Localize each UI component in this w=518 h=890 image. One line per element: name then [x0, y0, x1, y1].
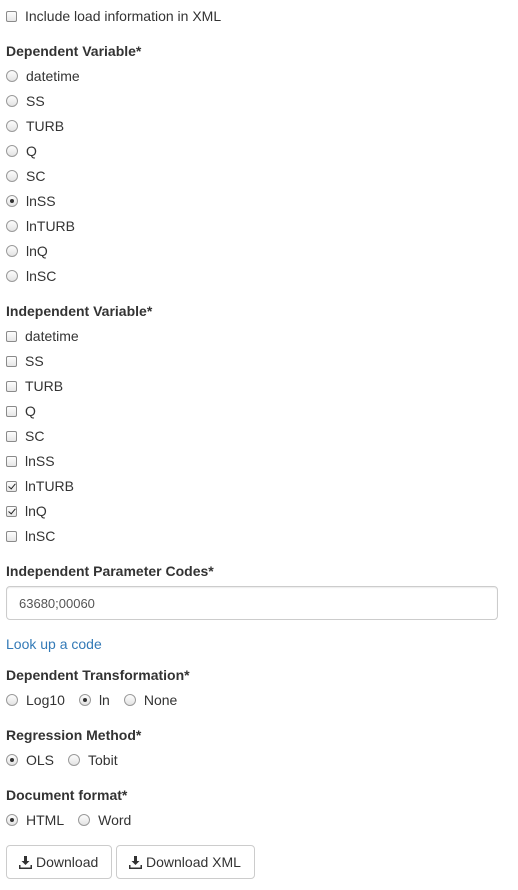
dependent-lnsc-radio[interactable]: [6, 270, 18, 282]
load-info-checkbox[interactable]: [6, 10, 17, 22]
download-xml-label: Download XML: [146, 854, 241, 870]
independent-ss-checkbox[interactable]: [6, 355, 17, 367]
independent-turb-checkbox[interactable]: [6, 380, 17, 392]
format-html-radio[interactable]: [6, 814, 18, 826]
dependent-datetime-radio[interactable]: [6, 70, 18, 82]
independent-sc-checkbox[interactable]: [6, 430, 17, 442]
independent-lnsc-label: lnSC: [25, 528, 56, 544]
regression-option-tobit[interactable]: Tobit: [68, 752, 118, 768]
format-word-radio[interactable]: [78, 814, 91, 826]
transformation-none-radio[interactable]: [123, 694, 136, 706]
load-info-label: Include load information in XML: [25, 8, 222, 24]
dependent-transformation-heading: Dependent Transformation*: [6, 667, 190, 683]
independent-ss-label: SS: [25, 353, 44, 369]
regression-method-heading: Regression Method*: [6, 727, 142, 743]
download-icon: [19, 855, 32, 869]
dependent-option-ss[interactable]: SS: [6, 91, 45, 111]
dependent-datetime-label: datetime: [26, 68, 80, 84]
dependent-option-q[interactable]: Q: [6, 141, 37, 161]
dependent-lnturb-label: lnTURB: [26, 218, 76, 234]
independent-lnq-checkbox[interactable]: [6, 505, 17, 517]
dependent-lnturb-radio[interactable]: [6, 220, 18, 232]
dependent-q-radio[interactable]: [6, 145, 18, 157]
dependent-option-turb[interactable]: TURB: [6, 116, 64, 136]
dependent-lnss-radio[interactable]: [6, 195, 18, 207]
parameter-codes-input[interactable]: 63680;00060: [6, 586, 498, 620]
transformation-radio-group: Log10 ln None: [6, 690, 177, 710]
independent-option-lnq[interactable]: lnQ: [6, 501, 47, 521]
transformation-log10-radio[interactable]: [6, 694, 18, 706]
regression-tobit-label: Tobit: [88, 752, 118, 768]
independent-lnq-label: lnQ: [25, 503, 47, 519]
transformation-log10-label: Log10: [26, 692, 65, 708]
dependent-lnsc-label: lnSC: [26, 268, 57, 284]
regression-ols-radio[interactable]: [6, 754, 18, 766]
independent-lnss-label: lnSS: [25, 453, 55, 469]
dependent-q-label: Q: [26, 143, 37, 159]
independent-option-sc[interactable]: SC: [6, 426, 44, 446]
regression-radio-group: OLS Tobit: [6, 750, 118, 770]
independent-datetime-label: datetime: [25, 328, 79, 344]
dependent-option-datetime[interactable]: datetime: [6, 66, 80, 86]
regression-option-ols[interactable]: OLS: [6, 752, 54, 768]
independent-option-datetime[interactable]: datetime: [6, 326, 79, 346]
dependent-option-sc[interactable]: SC: [6, 166, 45, 186]
format-option-html[interactable]: HTML: [6, 812, 64, 828]
transformation-option-ln[interactable]: ln: [78, 692, 110, 708]
dependent-sc-radio[interactable]: [6, 170, 18, 182]
independent-variable-heading: Independent Variable*: [6, 303, 153, 319]
download-label: Download: [36, 854, 99, 870]
format-word-label: Word: [98, 812, 132, 828]
independent-turb-label: TURB: [25, 378, 64, 394]
dependent-turb-label: TURB: [26, 118, 65, 134]
download-xml-button[interactable]: Download XML: [116, 845, 255, 879]
independent-sc-label: SC: [25, 428, 45, 444]
independent-lnturb-label: lnTURB: [25, 478, 75, 494]
transformation-none-label: None: [143, 692, 178, 708]
lookup-code-link[interactable]: Look up a code: [6, 636, 102, 652]
dependent-option-lnturb[interactable]: lnTURB: [6, 216, 75, 236]
dependent-sc-label: SC: [26, 168, 46, 184]
dependent-lnq-radio[interactable]: [6, 245, 18, 257]
dependent-ss-label: SS: [26, 93, 45, 109]
independent-q-label: Q: [25, 403, 36, 419]
regression-ols-label: OLS: [26, 752, 55, 768]
independent-lnss-checkbox[interactable]: [6, 455, 17, 467]
document-format-radio-group: HTML Word: [6, 810, 131, 830]
transformation-option-none[interactable]: None: [123, 692, 178, 708]
independent-option-lnss[interactable]: lnSS: [6, 451, 55, 471]
format-html-label: HTML: [26, 812, 65, 828]
independent-q-checkbox[interactable]: [6, 405, 17, 417]
parameter-codes-heading: Independent Parameter Codes*: [6, 563, 214, 579]
regression-tobit-radio[interactable]: [68, 754, 81, 766]
independent-option-lnturb[interactable]: lnTURB: [6, 476, 74, 496]
dependent-option-lnq[interactable]: lnQ: [6, 241, 48, 261]
independent-option-q[interactable]: Q: [6, 401, 36, 421]
dependent-option-lnss[interactable]: lnSS: [6, 191, 56, 211]
independent-lnsc-checkbox[interactable]: [6, 530, 17, 542]
parameter-codes-value: 63680;00060: [19, 595, 95, 611]
document-format-heading: Document format*: [6, 787, 128, 803]
dependent-lnss-label: lnSS: [26, 193, 56, 209]
dependent-ss-radio[interactable]: [6, 95, 18, 107]
dependent-variable-heading: Dependent Variable*: [6, 43, 142, 59]
download-button[interactable]: Download: [6, 845, 112, 879]
independent-option-lnsc[interactable]: lnSC: [6, 526, 55, 546]
load-info-option[interactable]: Include load information in XML: [6, 6, 221, 26]
transformation-option-log10[interactable]: Log10: [6, 692, 65, 708]
independent-lnturb-checkbox[interactable]: [6, 480, 17, 492]
transformation-ln-label: ln: [98, 692, 110, 708]
dependent-lnq-label: lnQ: [26, 243, 48, 259]
independent-option-turb[interactable]: TURB: [6, 376, 63, 396]
dependent-turb-radio[interactable]: [6, 120, 18, 132]
transformation-ln-radio[interactable]: [78, 694, 91, 706]
independent-option-ss[interactable]: SS: [6, 351, 44, 371]
format-option-word[interactable]: Word: [78, 812, 131, 828]
download-icon: [129, 855, 142, 869]
independent-datetime-checkbox[interactable]: [6, 330, 17, 342]
dependent-option-lnsc[interactable]: lnSC: [6, 266, 56, 286]
